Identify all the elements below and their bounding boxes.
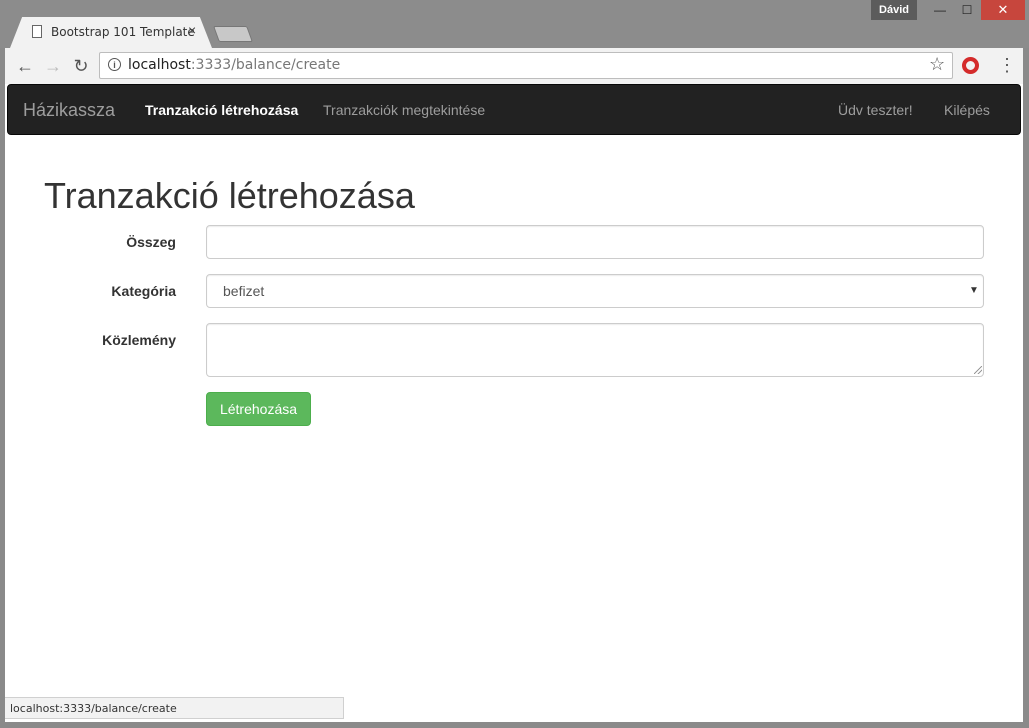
tab-close-icon[interactable]: ×: [188, 22, 196, 38]
note-textarea[interactable]: [206, 323, 984, 377]
amount-label: Összeg: [126, 234, 176, 250]
chevron-down-icon: ▼: [969, 285, 979, 296]
page-title: Tranzakció létrehozása: [44, 175, 415, 216]
browser-menu-icon[interactable]: ⋮: [998, 55, 1016, 76]
maximize-button[interactable]: ☐: [955, 0, 979, 20]
back-icon[interactable]: ←: [14, 55, 36, 77]
reload-icon[interactable]: ↻: [70, 55, 92, 77]
navbar-brand[interactable]: Házikassza: [23, 100, 115, 121]
category-label: Kategória: [111, 283, 176, 299]
status-bar: localhost:3333/balance/create: [5, 697, 344, 719]
close-window-button[interactable]: ✕: [981, 0, 1025, 20]
profile-button[interactable]: Dávid: [871, 0, 917, 20]
resize-handle-icon[interactable]: [974, 366, 982, 374]
note-label: Közlemény: [102, 332, 176, 348]
category-select[interactable]: [206, 274, 984, 308]
category-selected-value: befizet: [223, 283, 265, 299]
minimize-button[interactable]: —: [928, 0, 952, 20]
opera-extension-icon[interactable]: [962, 57, 979, 74]
forward-icon[interactable]: →: [42, 55, 64, 77]
tab-title: Bootstrap 101 Template: [51, 25, 195, 39]
nav-item-logout[interactable]: Kilépés: [944, 102, 990, 118]
url-path: :3333/balance/create: [190, 57, 341, 73]
url-text[interactable]: localhost:3333/balance/create: [128, 57, 340, 73]
new-tab-button[interactable]: [213, 26, 253, 42]
nav-item-view-transactions[interactable]: Tranzakciók megtekintése: [323, 102, 485, 118]
bookmark-star-icon[interactable]: ☆: [929, 54, 945, 75]
page-icon: [32, 25, 42, 38]
nav-item-greeting[interactable]: Üdv teszter!: [838, 102, 913, 118]
info-icon[interactable]: i: [108, 58, 121, 71]
nav-item-create-transaction[interactable]: Tranzakció létrehozása: [145, 102, 298, 118]
create-button[interactable]: Létrehozása: [206, 392, 311, 426]
url-host: localhost: [128, 57, 191, 73]
amount-input[interactable]: [206, 225, 984, 259]
